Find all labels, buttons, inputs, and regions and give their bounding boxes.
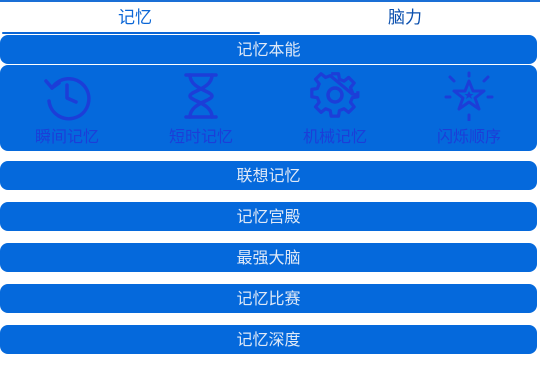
history-clock-icon	[44, 77, 91, 121]
section-associative-memory[interactable]: 联想记忆	[0, 161, 537, 190]
item-flash-sequence[interactable]: 闪烁顺序	[402, 65, 536, 151]
item-label: 瞬间记忆	[34, 127, 99, 146]
tab-bar: 记忆 脑力	[0, 2, 540, 34]
hourglass-icon	[184, 73, 218, 119]
item-label: 短时记忆	[168, 127, 233, 146]
item-mechanical-memory[interactable]: 机械记忆	[268, 65, 402, 151]
sparkle-star-icon	[444, 71, 494, 121]
item-label: 机械记忆	[302, 127, 367, 146]
item-short-term-memory[interactable]: 短时记忆	[134, 65, 268, 151]
section-memory-competition[interactable]: 记忆比赛	[0, 284, 537, 313]
active-tab-indicator	[2, 32, 260, 34]
tab-brainpower[interactable]: 脑力	[270, 2, 540, 34]
section-memory-palace[interactable]: 记忆宫殿	[0, 202, 537, 231]
section-memory-depth[interactable]: 记忆深度	[0, 325, 537, 354]
section-strongest-brain[interactable]: 最强大脑	[0, 243, 537, 272]
section-memory-instinct[interactable]: 记忆本能	[0, 35, 537, 64]
gear-icon	[310, 72, 360, 118]
item-instant-memory[interactable]: 瞬间记忆	[0, 65, 134, 151]
item-label: 闪烁顺序	[436, 127, 501, 146]
tab-memory[interactable]: 记忆	[0, 2, 270, 34]
memory-instinct-panel: 瞬间记忆 短时记忆 机械记忆 闪烁顺序	[0, 65, 537, 151]
